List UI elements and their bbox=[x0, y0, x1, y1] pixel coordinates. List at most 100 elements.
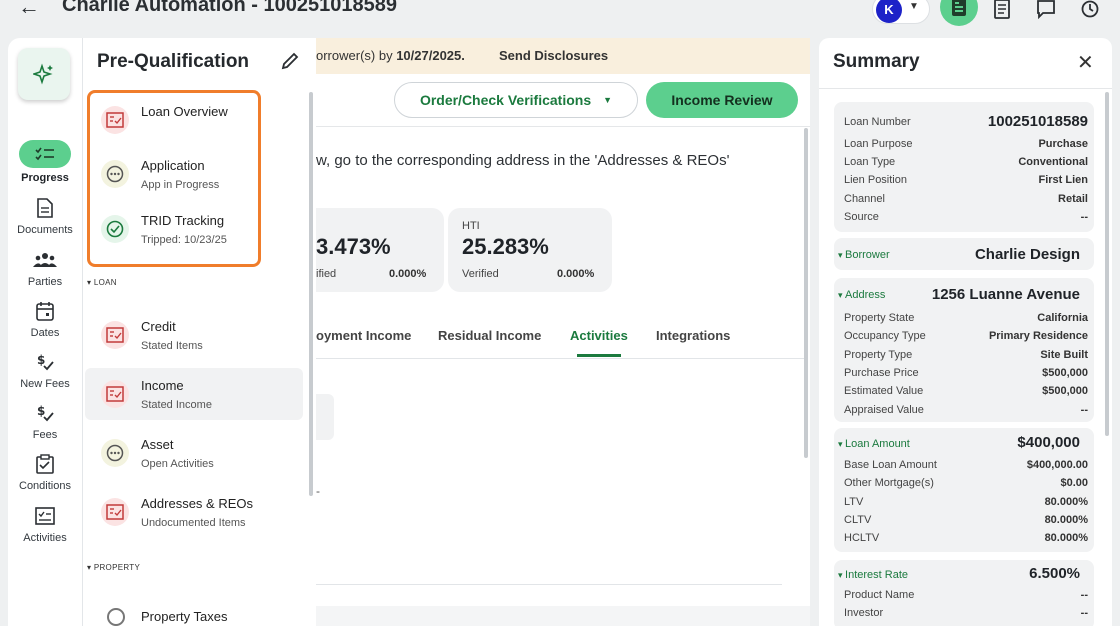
notes-button[interactable] bbox=[984, 0, 1020, 26]
history-button[interactable] bbox=[1072, 0, 1108, 26]
summary-value: Site Built bbox=[1040, 349, 1088, 361]
back-arrow-icon[interactable]: ← bbox=[18, 0, 40, 20]
page-title: Charlie Automation - 100251018589 bbox=[62, 0, 397, 16]
rail-item-parties[interactable]: Parties bbox=[8, 248, 82, 288]
section-label: PROPERTY bbox=[93, 563, 141, 572]
loan-file-button[interactable] bbox=[940, 0, 978, 26]
messages-button[interactable] bbox=[1028, 0, 1064, 26]
svg-text:$: $ bbox=[37, 353, 45, 367]
loan-amount-card[interactable]: Loan Amount $400,000 Base Loan Amount $4… bbox=[834, 428, 1094, 552]
summary-label: Product Name bbox=[844, 589, 915, 601]
task-trid-tracking[interactable]: TRID Tracking Tripped: 10/23/25 bbox=[85, 203, 303, 255]
task-status: Undocumented Items bbox=[141, 517, 246, 529]
avatar: K bbox=[876, 0, 902, 23]
rail-label: Fees bbox=[32, 429, 58, 441]
summary-value: $500,000 bbox=[1042, 367, 1088, 379]
rail-item-progress[interactable]: Progress bbox=[8, 140, 82, 184]
section-toggle-loan[interactable]: ▾ LOAN bbox=[87, 278, 117, 287]
summary-value: 80.000% bbox=[1044, 532, 1088, 544]
summary-scrollbar[interactable] bbox=[1105, 92, 1109, 436]
checkbox-icon bbox=[8, 504, 82, 528]
checklist-doc-icon bbox=[101, 380, 129, 408]
task-property-taxes[interactable]: Property Taxes bbox=[85, 598, 303, 626]
summary-section-value: Charlie Design bbox=[974, 246, 1080, 263]
user-menu[interactable]: K ▼ bbox=[872, 0, 930, 24]
rail-item-conditions[interactable]: Conditions bbox=[8, 452, 82, 492]
tab-activities[interactable]: Activities bbox=[570, 328, 628, 343]
summary-row: HCLTV 80.000% bbox=[844, 530, 1088, 548]
caret-down-icon: ▼ bbox=[603, 95, 613, 105]
loan-info-card: Loan Number 100251018589 Loan Purpose Pu… bbox=[834, 102, 1094, 232]
rail-item-activities[interactable]: Activities bbox=[8, 504, 82, 544]
rail-item-new-fees[interactable]: $ New Fees bbox=[8, 350, 82, 390]
task-name: Application bbox=[141, 158, 205, 173]
ratio-percent: 0.000% bbox=[389, 268, 427, 280]
check-circle-icon bbox=[101, 215, 129, 243]
order-verifications-button[interactable]: Order/Check Verifications ▼ bbox=[394, 82, 638, 118]
borrower-card[interactable]: Borrower Charlie Design bbox=[834, 238, 1094, 270]
task-loan-overview[interactable]: Loan Overview bbox=[85, 94, 303, 146]
summary-label: Property State bbox=[844, 312, 915, 324]
task-application[interactable]: Application App in Progress bbox=[85, 148, 303, 200]
rail-item-dates[interactable]: Dates bbox=[8, 299, 82, 339]
task-asset[interactable]: Asset Open Activities bbox=[85, 427, 303, 479]
chevron-down-icon: ▼ bbox=[909, 1, 919, 12]
task-name: Loan Overview bbox=[141, 104, 228, 119]
main-scrollbar[interactable] bbox=[804, 128, 808, 458]
summary-label: Channel bbox=[844, 193, 885, 205]
summary-row: Purchase Price $500,000 bbox=[844, 365, 1088, 383]
section-toggle-property[interactable]: ▾ PROPERTY bbox=[87, 563, 140, 572]
panel-scrollbar[interactable] bbox=[309, 92, 313, 496]
summary-section-label: Interest Rate bbox=[838, 569, 908, 581]
summary-value: 80.000% bbox=[1044, 496, 1088, 508]
left-rail: Progress Documents Parties Dates $ New F… bbox=[8, 38, 82, 626]
ratio-label: HTI bbox=[462, 220, 480, 232]
summary-value: Purchase bbox=[1038, 138, 1088, 150]
summary-value: Retail bbox=[1058, 193, 1088, 205]
summary-row: Loan Number 100251018589 bbox=[844, 113, 1088, 132]
chat-icon bbox=[1037, 0, 1055, 19]
close-icon[interactable]: ✕ bbox=[1077, 50, 1094, 75]
rail-item-documents[interactable]: Documents bbox=[8, 196, 82, 236]
ratio-value: 3.473% bbox=[316, 234, 391, 259]
ratio-value: 25.283% bbox=[462, 234, 549, 259]
task-name: Credit bbox=[141, 319, 176, 334]
section-label: LOAN bbox=[93, 278, 117, 287]
summary-section-label: Loan Amount bbox=[838, 438, 910, 450]
summary-value: -- bbox=[1080, 211, 1088, 223]
income-review-button[interactable]: Income Review bbox=[646, 82, 798, 118]
summary-value: 100251018589 bbox=[987, 113, 1088, 130]
progress-panel: Pre-Qualification Loan Overview Applicat… bbox=[82, 38, 316, 626]
task-name: Addresses & REOs bbox=[141, 496, 253, 511]
summary-label: Other Mortgage(s) bbox=[844, 477, 934, 489]
summary-value: First Lien bbox=[1038, 174, 1088, 186]
summary-panel: Summary ✕ Loan Number 100251018589 Loan … bbox=[819, 38, 1112, 626]
ai-assistant-button[interactable] bbox=[18, 48, 70, 100]
pencil-icon[interactable] bbox=[281, 52, 299, 70]
address-card[interactable]: Address 1256 Luanne Avenue Property Stat… bbox=[834, 278, 1094, 422]
document-icon bbox=[952, 0, 966, 16]
clipboard-icon bbox=[8, 452, 82, 476]
summary-row: Property State California bbox=[844, 310, 1088, 328]
svg-text:$: $ bbox=[37, 404, 45, 418]
interest-rate-card[interactable]: Interest Rate 6.500% Product Name -- Inv… bbox=[834, 560, 1094, 626]
send-disclosures-link[interactable]: Send Disclosures bbox=[499, 48, 608, 63]
task-addresses-reos[interactable]: Addresses & REOs Undocumented Items bbox=[85, 486, 303, 538]
task-income[interactable]: Income Stated Income bbox=[85, 368, 303, 420]
summary-row: LTV 80.000% bbox=[844, 494, 1088, 512]
footer bbox=[316, 606, 810, 626]
rail-label: Parties bbox=[27, 276, 63, 288]
summary-label: Investor bbox=[844, 607, 884, 619]
checklist-doc-icon bbox=[101, 321, 129, 349]
tab-employment-income[interactable]: oyment Income bbox=[316, 328, 411, 343]
rail-item-fees[interactable]: $ Fees bbox=[8, 401, 82, 441]
ratio-card: 3.473% ified 0.000% bbox=[316, 208, 444, 292]
task-credit[interactable]: Credit Stated Items bbox=[85, 309, 303, 361]
empty-circle-icon bbox=[107, 608, 125, 626]
tab-residual-income[interactable]: Residual Income bbox=[438, 328, 541, 343]
in-progress-icon bbox=[101, 160, 129, 188]
checklist-doc-icon bbox=[101, 498, 129, 526]
summary-label: Loan Number bbox=[844, 116, 911, 128]
tab-integrations[interactable]: Integrations bbox=[656, 328, 730, 343]
active-tab-indicator bbox=[577, 354, 621, 357]
